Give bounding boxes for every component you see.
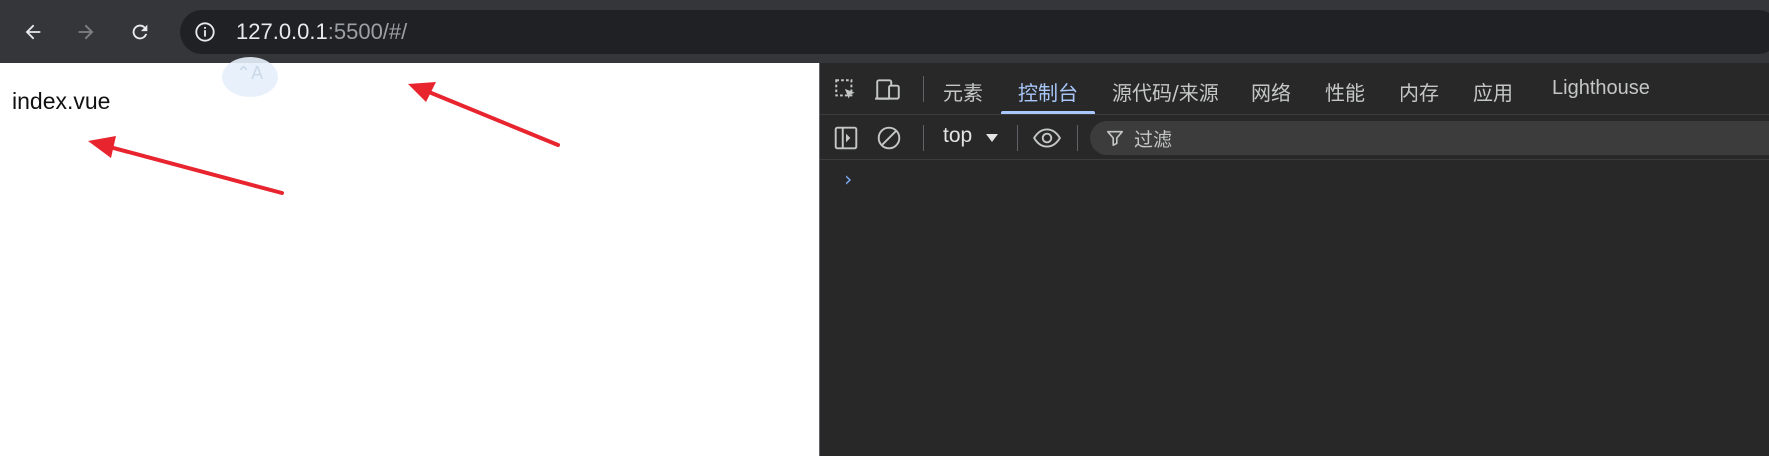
- page-viewport: ⌃A index.vue: [0, 57, 819, 456]
- toolbar-divider: [923, 125, 924, 151]
- toolbar-divider: [1077, 125, 1078, 151]
- tab-lighthouse[interactable]: Lighthouse: [1552, 77, 1650, 100]
- sidebar-toggle-icon[interactable]: [831, 123, 861, 153]
- url-path: :5500/#/: [327, 19, 408, 44]
- address-url[interactable]: 127.0.0.1:5500/#/: [236, 20, 407, 44]
- forward-button[interactable]: [70, 16, 102, 48]
- translate-glyph: ⌃A: [236, 63, 264, 83]
- console-toolbar: top 过滤: [820, 116, 1769, 160]
- console-prompt-icon[interactable]: ›: [842, 167, 854, 191]
- url-host: 127.0.0.1: [236, 19, 328, 44]
- console-output[interactable]: ›: [820, 161, 1769, 456]
- filter-icon: [1106, 130, 1124, 147]
- devtools-tab-bar: 元素 控制台 源代码/来源 网络 性能 内存 应用 Lighthouse: [820, 63, 1769, 115]
- device-toolbar-icon[interactable]: [873, 75, 903, 105]
- console-filter-input[interactable]: 过滤: [1090, 121, 1769, 155]
- tab-elements[interactable]: 元素: [943, 77, 983, 106]
- browser-toolbar: 127.0.0.1:5500/#/: [0, 0, 1769, 63]
- active-tab-indicator: [1001, 111, 1095, 114]
- live-expression-eye-icon[interactable]: [1032, 123, 1062, 153]
- tab-network[interactable]: 网络: [1251, 77, 1291, 106]
- devtools-panel: 元素 控制台 源代码/来源 网络 性能 内存 应用 Lighthouse top: [819, 63, 1769, 456]
- tab-performance[interactable]: 性能: [1325, 77, 1365, 106]
- tab-console[interactable]: 控制台: [1018, 77, 1078, 106]
- tab-memory[interactable]: 内存: [1399, 77, 1439, 106]
- address-bar[interactable]: 127.0.0.1:5500/#/: [180, 10, 1769, 54]
- site-info-icon[interactable]: [194, 21, 216, 43]
- reload-icon: [132, 24, 148, 40]
- toolbar-divider: [923, 76, 924, 102]
- reload-button[interactable]: [124, 16, 156, 48]
- arrow-left-icon: [25, 24, 41, 40]
- tab-sources[interactable]: 源代码/来源: [1112, 77, 1219, 106]
- dropdown-arrow-icon: [986, 134, 998, 142]
- translate-icon[interactable]: ⌃A: [222, 57, 278, 97]
- page-content-text: index.vue: [12, 88, 111, 114]
- arrow-right-icon: [78, 24, 94, 40]
- context-selector[interactable]: top: [943, 124, 972, 148]
- back-button[interactable]: [17, 16, 49, 48]
- clear-console-icon[interactable]: [874, 123, 904, 153]
- filter-placeholder: 过滤: [1134, 129, 1173, 151]
- inspect-element-icon[interactable]: [831, 75, 861, 105]
- toolbar-divider: [1017, 125, 1018, 151]
- tab-application[interactable]: 应用: [1473, 77, 1513, 106]
